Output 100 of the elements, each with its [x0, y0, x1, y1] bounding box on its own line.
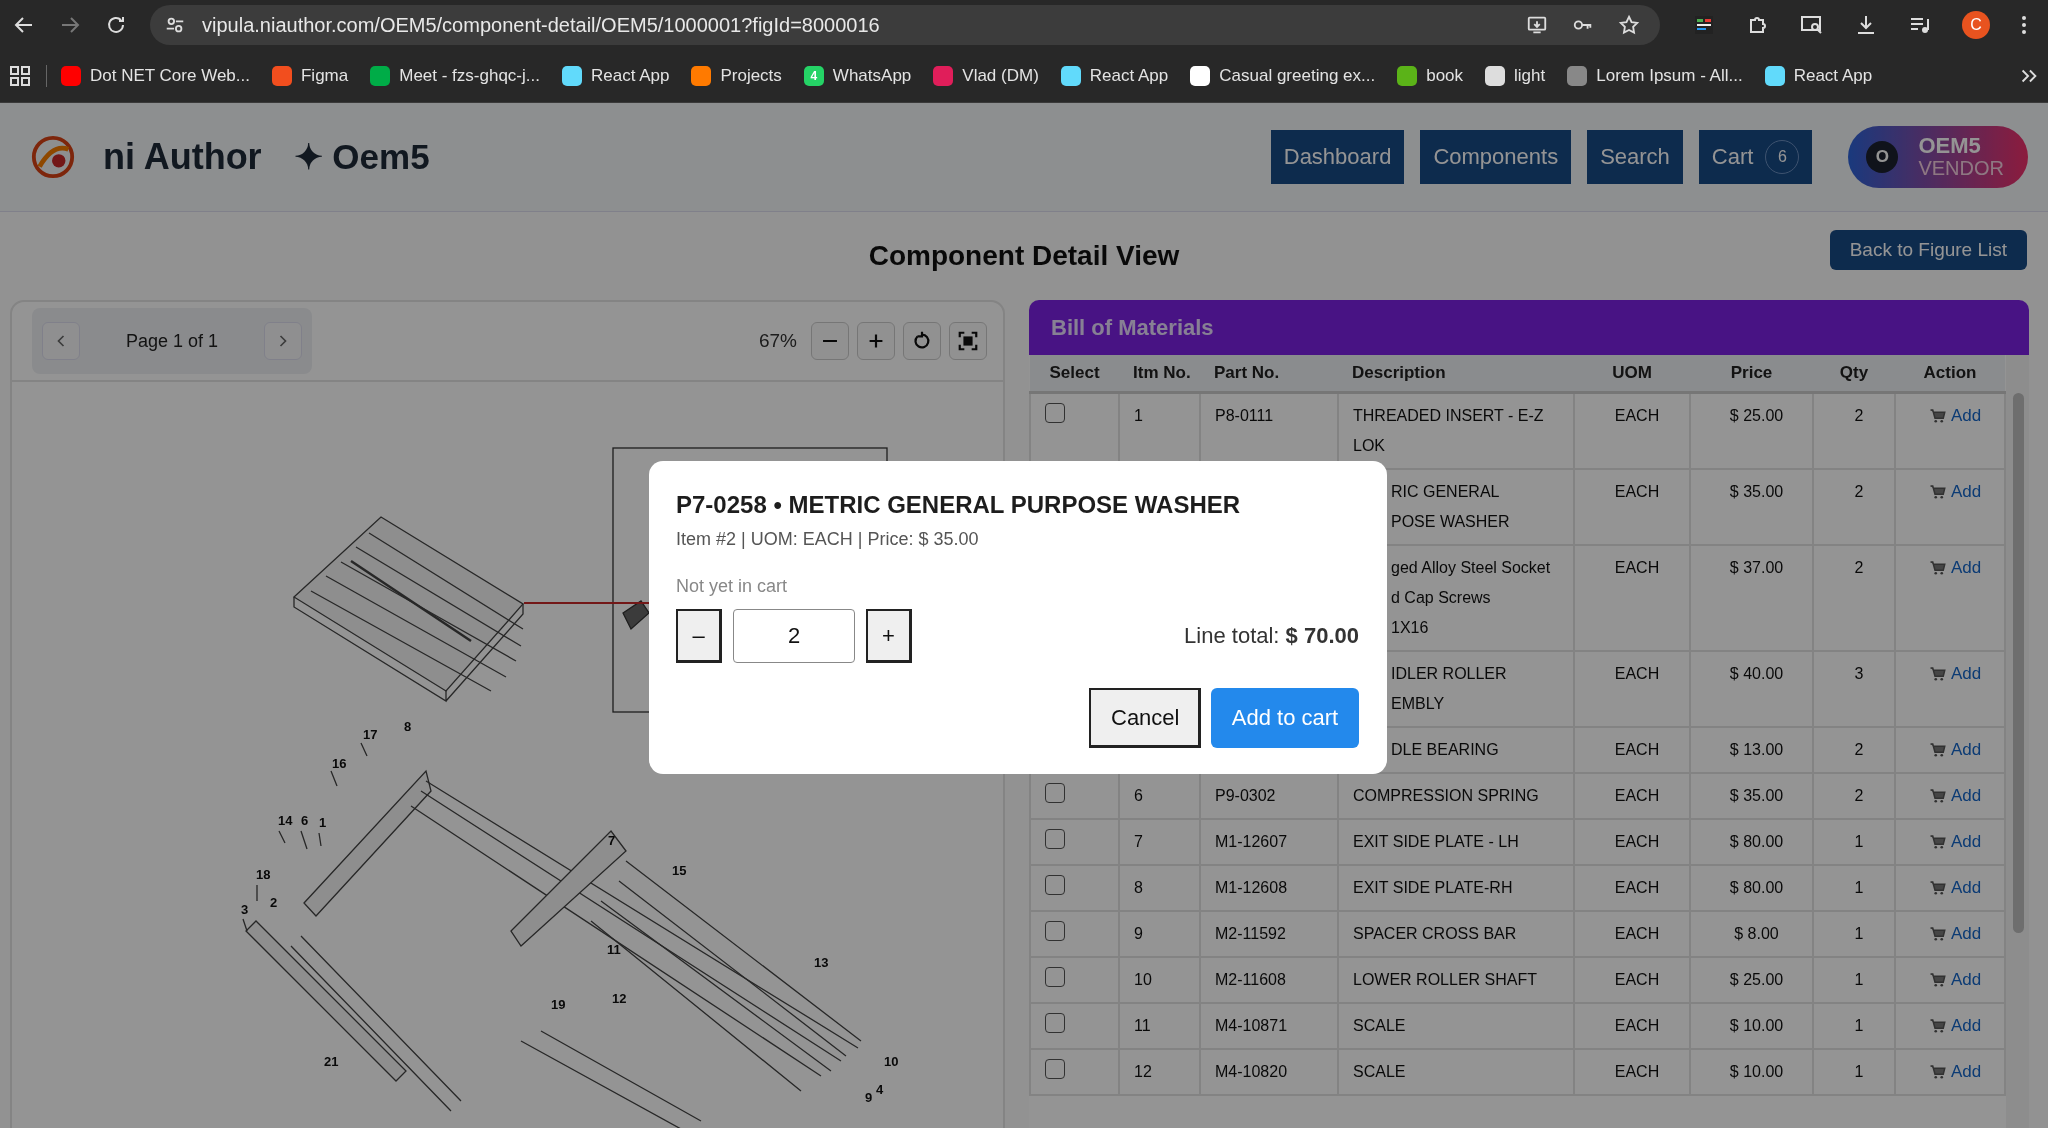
- scrollbar-thumb[interactable]: [2013, 393, 2024, 933]
- organization-name: ✦ Oem5: [293, 137, 430, 177]
- add-to-cart-button[interactable]: Add to cart: [1211, 688, 1359, 748]
- bookmark[interactable]: book: [1397, 66, 1464, 86]
- profile-avatar[interactable]: C: [1962, 11, 1990, 39]
- row-checkbox[interactable]: [1045, 403, 1065, 423]
- callout-number: 21: [324, 1054, 339, 1069]
- extension-icon[interactable]: [1692, 13, 1716, 37]
- cart-icon: [1928, 483, 1947, 501]
- bookmark-label: Figma: [301, 66, 349, 86]
- description-text: RIC GENERAL POSE WASHER: [1391, 483, 1510, 530]
- minus-icon: [823, 339, 837, 343]
- callout-number: 3: [241, 902, 249, 917]
- price-text: $ 8.00: [1734, 925, 1779, 942]
- quantity-text: 3: [1854, 665, 1864, 682]
- uom-text: EACH: [1614, 833, 1660, 850]
- bookmark[interactable]: Vlad (DM): [933, 66, 1039, 86]
- brand-name: ni Author: [103, 136, 262, 178]
- uom-text: EACH: [1614, 787, 1660, 804]
- apps-icon[interactable]: [8, 64, 32, 88]
- item-details: Item #2 | UOM: EACH | Price: $ 35.00: [676, 529, 980, 550]
- callout-number: 16: [332, 756, 347, 771]
- callout-number: 2: [270, 895, 278, 910]
- uom-text: EACH: [1614, 665, 1660, 682]
- bookmark[interactable]: Casual greeting ex...: [1190, 66, 1376, 86]
- increment-button[interactable]: +: [866, 609, 912, 663]
- uom-text: EACH: [1614, 971, 1660, 988]
- bookmark-label: WhatsApp: [832, 66, 912, 86]
- address-bar[interactable]: vipula.niauthor.com/OEM5/component-detail/OEM5/1000001?figId=8000016: [150, 5, 1660, 45]
- bookmark[interactable]: Dot NET Core Web...: [61, 66, 250, 86]
- item-number: 12: [1134, 1063, 1152, 1080]
- menu-icon[interactable]: [2020, 13, 2028, 37]
- price-text: $ 10.00: [1729, 1063, 1784, 1080]
- cart-icon: [1928, 925, 1947, 943]
- item-number: 10: [1134, 971, 1152, 988]
- row-checkbox[interactable]: [1045, 875, 1065, 895]
- bookmark-label: Vlad (DM): [962, 66, 1039, 86]
- cart-icon: [1928, 407, 1947, 425]
- part-number: M1-12607: [1215, 833, 1288, 850]
- price-text: $ 35.00: [1729, 483, 1784, 500]
- bookmark[interactable]: 4 WhatsApp: [803, 66, 912, 86]
- install-icon[interactable]: [1526, 14, 1548, 36]
- bookmark[interactable]: Projects: [691, 66, 782, 86]
- callout-number: 18: [256, 867, 271, 882]
- row-checkbox[interactable]: [1045, 967, 1065, 987]
- panel-title: Bill of Materials: [1051, 314, 1214, 341]
- add-link[interactable]: Add: [1928, 659, 1982, 689]
- price-text: $ 40.00: [1729, 665, 1784, 682]
- cart-icon: [1928, 787, 1947, 805]
- add-link[interactable]: Add: [1928, 401, 1982, 431]
- bookmark[interactable]: React App: [1060, 66, 1169, 86]
- star-icon[interactable]: [1618, 14, 1640, 36]
- bookmark[interactable]: Meet - fzs-ghqc-j...: [370, 66, 540, 86]
- callout-number: 7: [608, 833, 616, 848]
- add-link[interactable]: Add: [1928, 553, 1982, 583]
- row-checkbox[interactable]: [1045, 1013, 1065, 1033]
- user-name: OEM5: [1918, 134, 1982, 157]
- back-button[interactable]: Back to Figure List: [1829, 230, 2027, 270]
- callout-number: 9: [865, 1090, 873, 1105]
- description-text: DLE BEARING: [1391, 741, 1499, 758]
- bookmark[interactable]: React App: [1764, 66, 1873, 86]
- callout-number: 1: [319, 815, 327, 830]
- row-checkbox[interactable]: [1045, 783, 1065, 803]
- fit-screen-button[interactable]: [949, 322, 987, 360]
- row-checkbox[interactable]: [1045, 921, 1065, 941]
- callout-number: 6: [301, 813, 309, 828]
- row-checkbox[interactable]: [1045, 1059, 1065, 1079]
- column-header: Price: [1690, 355, 1813, 393]
- cancel-button[interactable]: Cancel: [1089, 688, 1201, 748]
- uom-text: EACH: [1614, 741, 1660, 758]
- nav-button[interactable]: Dashboard: [1270, 130, 1405, 184]
- cart-icon: [1928, 833, 1947, 851]
- uom-text: EACH: [1614, 1017, 1660, 1034]
- zoom-in-button[interactable]: [857, 322, 895, 360]
- cart-icon: [1928, 971, 1947, 989]
- bookmark[interactable]: React App: [562, 66, 670, 86]
- description-text: SCALE: [1353, 1017, 1406, 1034]
- page-title: Component Detail View: [868, 240, 1180, 272]
- bookmark-label: book: [1426, 66, 1464, 86]
- bookmark-label: Meet - fzs-ghqc-j...: [399, 66, 540, 86]
- bookmark[interactable]: light: [1485, 66, 1546, 86]
- user-badge[interactable]: O OEM5 VENDOR: [1848, 126, 2028, 188]
- reset-button[interactable]: [903, 322, 941, 360]
- part-number: M4-10871: [1215, 1017, 1288, 1034]
- decrement-button[interactable]: –: [676, 609, 722, 663]
- bookmark[interactable]: Lorem Ipsum - All...: [1567, 66, 1743, 86]
- quantity-field[interactable]: 2: [733, 609, 855, 663]
- nav-button[interactable]: Components: [1420, 130, 1572, 184]
- bookmark[interactable]: Figma: [272, 66, 349, 86]
- price-text: $ 35.00: [1729, 787, 1784, 804]
- add-link[interactable]: Add: [1928, 477, 1982, 507]
- nav-button[interactable]: Cart 6: [1698, 130, 1813, 184]
- uom-text: EACH: [1614, 879, 1660, 896]
- bookmark-label: React App: [591, 66, 670, 86]
- row-checkbox[interactable]: [1045, 829, 1065, 849]
- column-header: Part No.: [1200, 355, 1338, 393]
- quantity-text: 1: [1854, 879, 1864, 896]
- nav-button[interactable]: Search: [1587, 130, 1683, 184]
- part-number: M2-11592: [1215, 925, 1286, 942]
- item-number: 8: [1134, 879, 1143, 896]
